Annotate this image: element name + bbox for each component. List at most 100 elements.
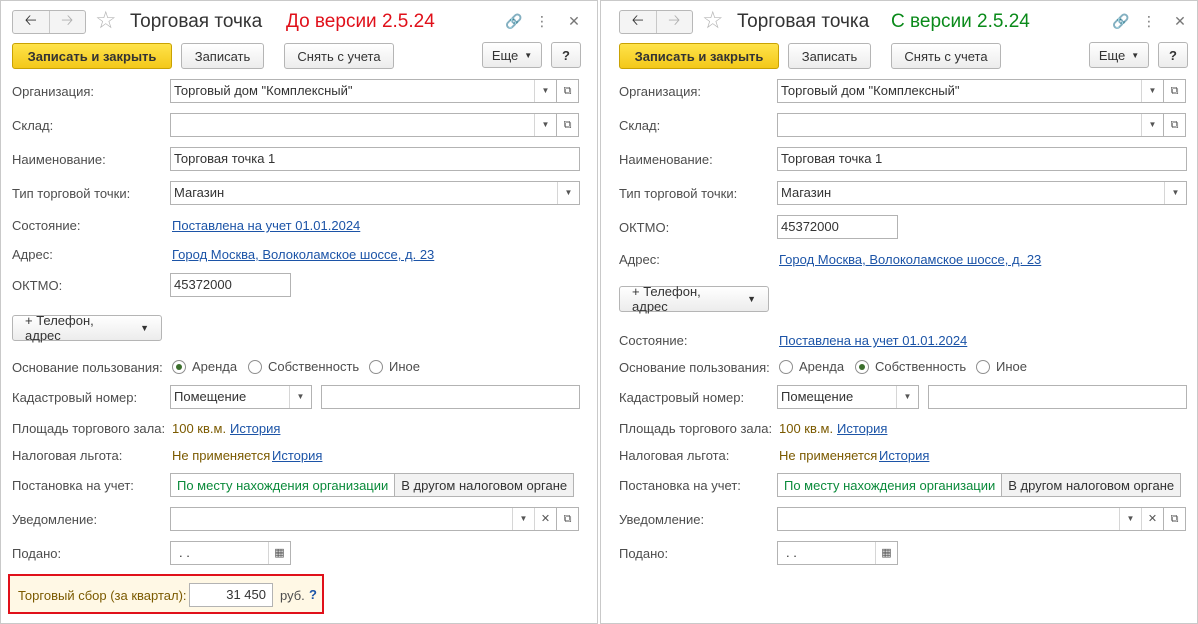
tax-history-link[interactable]: История	[272, 448, 322, 464]
state-label: Состояние:	[12, 218, 81, 233]
org-field[interactable]: Торговый дом "Комплексный" ▼	[170, 79, 557, 103]
registration-option-other[interactable]: В другом налоговом органе	[1001, 474, 1181, 496]
close-icon[interactable]: ✕	[1169, 10, 1191, 32]
save-button[interactable]: Записать	[788, 43, 871, 69]
warehouse-field[interactable]: ▼	[170, 113, 557, 137]
tax-history-link[interactable]: История	[879, 448, 929, 464]
deregister-button[interactable]: Снять с учета	[284, 43, 394, 69]
oktmo-field[interactable]: 45372000	[170, 273, 291, 297]
radio-ownership[interactable]: Собственность	[855, 359, 966, 374]
registration-option-org[interactable]: По месту нахождения организации	[171, 474, 395, 496]
oktmo-field[interactable]: 45372000	[777, 215, 898, 239]
registration-option-org[interactable]: По месту нахождения организации	[778, 474, 1002, 496]
cadastral-number-field[interactable]	[321, 385, 580, 409]
chevron-down-icon[interactable]: ▼	[534, 80, 556, 102]
save-and-close-button[interactable]: Записать и закрыть	[619, 43, 779, 69]
link-icon[interactable]: 🔗	[1110, 10, 1132, 32]
phone-address-button[interactable]: + Телефон, адрес ▼	[619, 284, 769, 314]
cadastral-type-value: Помещение	[174, 389, 247, 404]
forward-arrow-icon[interactable]: 🡢	[48, 11, 86, 33]
org-field[interactable]: Торговый дом "Комплексный" ▼	[777, 79, 1164, 103]
submitted-value: . .	[786, 545, 797, 560]
chevron-down-icon[interactable]: ▼	[1141, 80, 1163, 102]
registration-option-other[interactable]: В другом налоговом органе	[394, 474, 574, 496]
radio-ownership[interactable]: Собственность	[248, 359, 359, 374]
radio-other[interactable]: Иное	[369, 359, 420, 374]
chevron-down-icon[interactable]: ▼	[557, 182, 579, 204]
help-button[interactable]: ?	[1158, 42, 1188, 68]
notice-label: Уведомление:	[12, 512, 98, 527]
deregister-button[interactable]: Снять с учета	[891, 43, 1001, 69]
open-icon[interactable]: ⧉	[1164, 113, 1186, 137]
chevron-down-icon: ▼	[524, 50, 533, 60]
trade-fee-help-link[interactable]: ?	[309, 587, 317, 602]
area-history-link[interactable]: История	[837, 421, 887, 437]
close-icon[interactable]: ✕	[563, 10, 585, 32]
trade-fee-highlight: Торговый сбор (за квартал): 31 450 руб. …	[8, 574, 324, 614]
radio-label: Иное	[389, 359, 420, 374]
state-link[interactable]: Поставлена на учет 01.01.2024	[779, 333, 967, 349]
form-after-version: 🡠 🡢 ☆ Торговая точка С версии 2.5.24 🔗 ⋮…	[600, 0, 1198, 624]
more-vertical-icon[interactable]: ⋮	[1138, 10, 1160, 32]
radio-dot	[779, 359, 793, 374]
open-icon[interactable]: ⧉	[557, 507, 579, 531]
save-button[interactable]: Записать	[181, 43, 264, 69]
name-label: Наименование:	[619, 152, 713, 167]
radio-other[interactable]: Иное	[976, 359, 1027, 374]
radio-dot	[855, 359, 869, 374]
radio-rent[interactable]: Аренда	[779, 359, 844, 374]
chevron-down-icon[interactable]: ▼	[1119, 508, 1141, 530]
calendar-icon[interactable]: ▦	[875, 542, 897, 564]
name-field[interactable]: Торговая точка 1	[170, 147, 580, 171]
type-field[interactable]: Магазин ▼	[170, 181, 580, 205]
registration-label: Постановка на учет:	[619, 478, 741, 493]
area-history-link[interactable]: История	[230, 421, 280, 437]
open-icon[interactable]: ⧉	[557, 113, 579, 137]
warehouse-field[interactable]: ▼	[777, 113, 1164, 137]
save-and-close-button[interactable]: Записать и закрыть	[12, 43, 172, 69]
phone-address-button[interactable]: + Телефон, адрес ▼	[12, 313, 162, 343]
open-icon[interactable]: ⧉	[557, 79, 579, 103]
clear-icon[interactable]: ✕	[1141, 508, 1163, 530]
name-field[interactable]: Торговая точка 1	[777, 147, 1187, 171]
registration-switch: По месту нахождения организации В другом…	[777, 473, 1182, 497]
favorite-star-icon[interactable]: ☆	[702, 7, 724, 35]
more-button[interactable]: Еще ▼	[1089, 42, 1149, 68]
clear-icon[interactable]: ✕	[534, 508, 556, 530]
form-before-version: 🡠 🡢 ☆ Торговая точка До версии 2.5.24 🔗 …	[0, 0, 598, 624]
back-arrow-icon[interactable]: 🡠	[620, 11, 656, 33]
type-field[interactable]: Магазин ▼	[777, 181, 1187, 205]
chevron-down-icon[interactable]: ▼	[1141, 114, 1163, 136]
chevron-down-icon[interactable]: ▼	[512, 508, 534, 530]
link-icon[interactable]: 🔗	[503, 10, 525, 32]
radio-rent[interactable]: Аренда	[172, 359, 237, 374]
submitted-date-field[interactable]: . . ▦	[170, 541, 291, 565]
calendar-icon[interactable]: ▦	[268, 542, 290, 564]
open-icon[interactable]: ⧉	[1164, 507, 1186, 531]
chevron-down-icon[interactable]: ▼	[289, 386, 311, 408]
chevron-down-icon[interactable]: ▼	[1164, 182, 1186, 204]
favorite-star-icon[interactable]: ☆	[95, 7, 117, 35]
cadastral-type-field[interactable]: Помещение ▼	[170, 385, 312, 409]
address-link[interactable]: Город Москва, Волоколамское шоссе, д. 23	[172, 247, 434, 263]
back-arrow-icon[interactable]: 🡠	[13, 11, 49, 33]
trade-fee-field[interactable]: 31 450	[189, 583, 273, 607]
open-icon[interactable]: ⧉	[1164, 79, 1186, 103]
org-value: Торговый дом "Комплексный"	[781, 83, 960, 98]
notice-field[interactable]: ▼ ✕	[777, 507, 1164, 531]
notice-field[interactable]: ▼ ✕	[170, 507, 557, 531]
address-link[interactable]: Город Москва, Волоколамское шоссе, д. 23	[779, 252, 1041, 268]
state-link[interactable]: Поставлена на учет 01.01.2024	[172, 218, 360, 234]
help-button[interactable]: ?	[551, 42, 581, 68]
chevron-down-icon[interactable]: ▼	[896, 386, 918, 408]
more-button[interactable]: Еще ▼	[482, 42, 542, 68]
cadastral-number-field[interactable]	[928, 385, 1187, 409]
more-vertical-icon[interactable]: ⋮	[531, 10, 553, 32]
oktmo-label: ОКТМО:	[619, 220, 670, 235]
chevron-down-icon[interactable]: ▼	[534, 114, 556, 136]
tax-benefit-value: Не применяется	[172, 448, 271, 463]
forward-arrow-icon[interactable]: 🡢	[655, 11, 693, 33]
nav-buttons: 🡠 🡢	[619, 10, 693, 34]
submitted-date-field[interactable]: . . ▦	[777, 541, 898, 565]
cadastral-type-field[interactable]: Помещение ▼	[777, 385, 919, 409]
